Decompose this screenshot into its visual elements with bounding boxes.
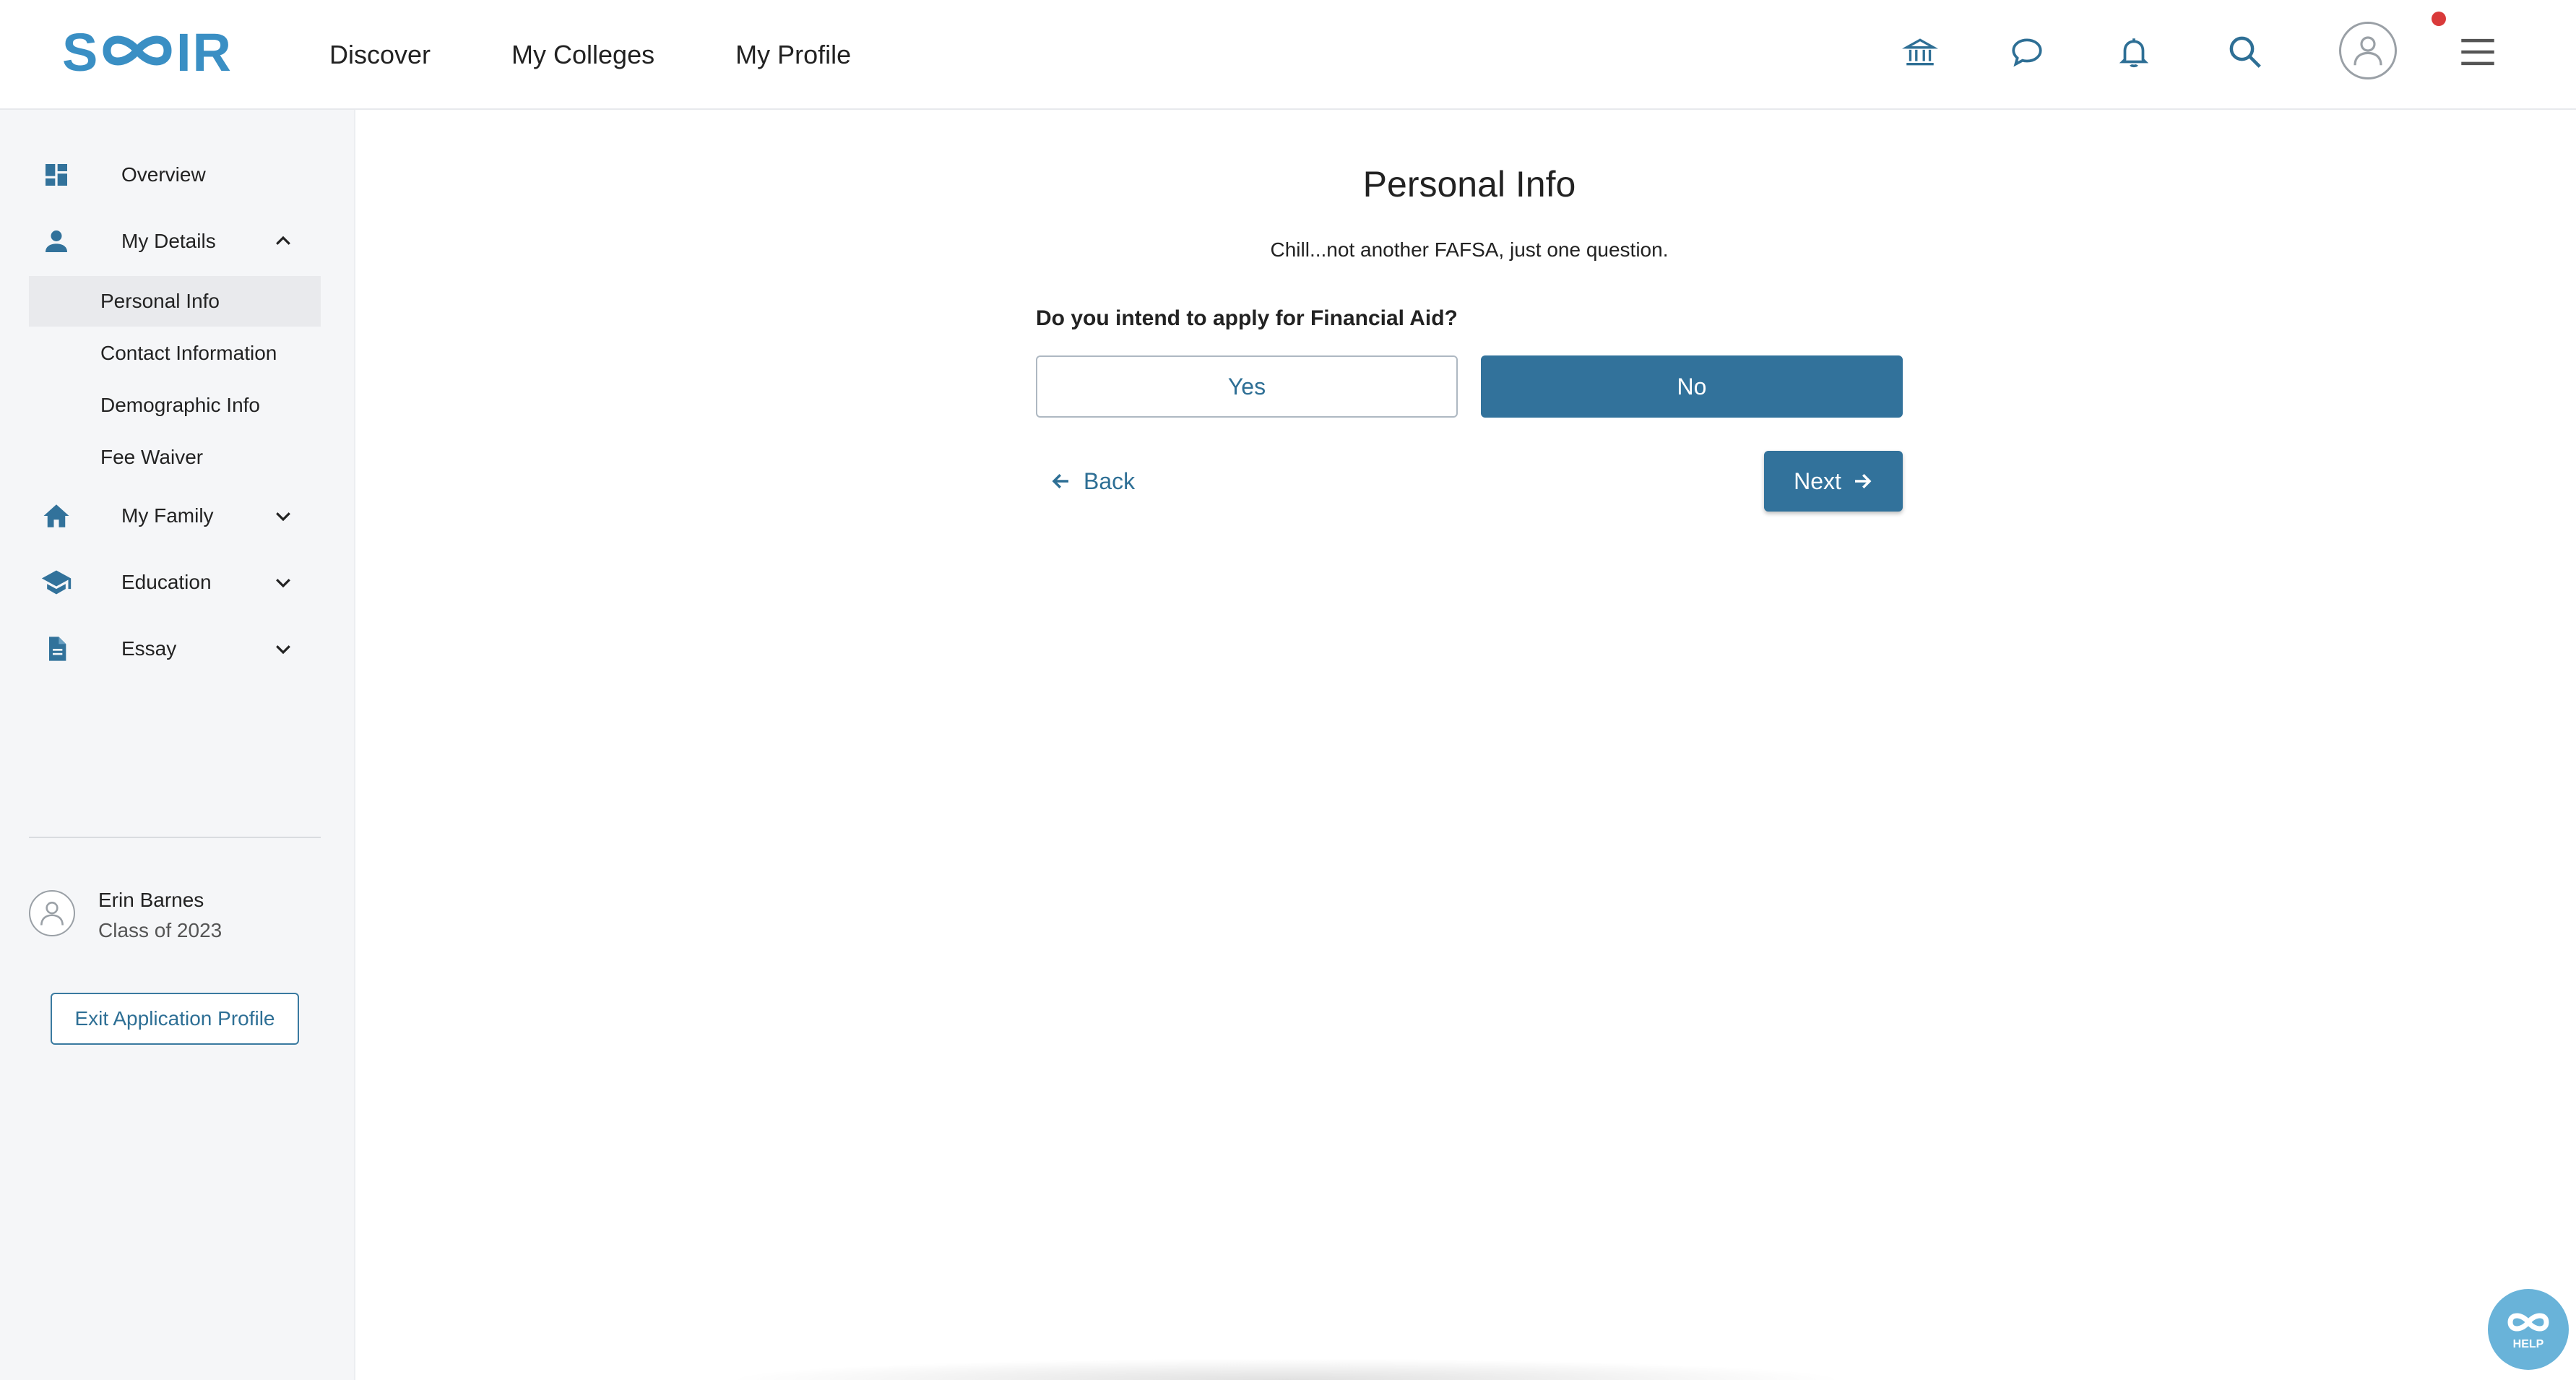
avatar-icon [40, 902, 64, 926]
page-title: Personal Info [1362, 164, 1576, 204]
sidebar-subitem-personal-info[interactable]: Personal Info [29, 276, 321, 327]
graduation-cap-icon [40, 566, 72, 598]
notification-dot [2432, 12, 2446, 26]
sidebar-item-my-details[interactable]: My Details [29, 215, 321, 267]
user-profile: Erin Barnes Class of 2023 [29, 889, 321, 946]
avatar [29, 890, 75, 936]
scoir-logo[interactable]: S IR [62, 22, 322, 82]
sidebar-item-education[interactable]: Education [29, 556, 321, 608]
back-button[interactable]: Back [1036, 451, 1149, 512]
top-bar: S IR Discover My Colleges My Profile [0, 0, 2576, 110]
yes-button[interactable]: Yes [1036, 355, 1458, 418]
avatar-icon [2354, 36, 2382, 66]
chevron-down-icon[interactable] [272, 571, 295, 594]
person-icon [40, 225, 72, 257]
exit-application-profile-button[interactable]: Exit Application Profile [51, 993, 299, 1045]
chat-icon[interactable] [2004, 29, 2050, 75]
arrow-left-icon [1052, 474, 1068, 488]
next-label: Next [1794, 467, 1841, 494]
help-button[interactable]: HELP [2488, 1289, 2569, 1370]
arrow-right-icon [1854, 474, 1872, 488]
menu-icon[interactable] [2455, 29, 2501, 75]
no-button[interactable]: No [1481, 355, 1903, 418]
dashboard-icon [40, 159, 72, 191]
sidebar-item-label: Education [121, 571, 212, 593]
scoir-logo-mark: S IR [62, 22, 233, 82]
page-subtitle: Chill...not another FAFSA, just one ques… [1270, 238, 1669, 261]
institution-icon[interactable] [1897, 29, 1943, 75]
home-icon [40, 500, 72, 532]
financial-aid-question: Do you intend to apply for Financial Aid… [1036, 306, 1458, 330]
sidebar-subitem-demographic-info[interactable]: Demographic Info [29, 380, 321, 431]
chevron-up-icon[interactable] [272, 230, 295, 253]
user-name: Erin Barnes [98, 889, 204, 911]
svg-text:IR: IR [176, 26, 233, 77]
next-button[interactable]: Next [1764, 451, 1903, 512]
main-nav: Discover My Colleges My Profile [329, 0, 851, 110]
sidebar-item-label: Overview [121, 163, 206, 186]
search-icon[interactable] [2222, 29, 2268, 75]
bell-icon[interactable] [2111, 29, 2157, 75]
document-icon [40, 633, 72, 665]
chevron-down-icon[interactable] [272, 637, 295, 660]
back-label: Back [1084, 467, 1136, 494]
sidebar-subitem-contact-information[interactable]: Contact Information [29, 328, 321, 379]
chevron-down-icon[interactable] [272, 504, 295, 527]
nav-my-colleges[interactable]: My Colleges [511, 40, 654, 70]
sidebar-item-overview[interactable]: Overview [29, 149, 321, 201]
nav-discover[interactable]: Discover [329, 40, 431, 70]
avatar[interactable] [2339, 22, 2397, 79]
bottom-shadow [722, 1358, 1849, 1380]
sidebar-item-essay[interactable]: Essay [29, 623, 321, 675]
sidebar-item-label: My Family [121, 504, 214, 527]
infinity-icon [2507, 1313, 2549, 1332]
sidebar-divider [29, 837, 321, 838]
nav-my-profile[interactable]: My Profile [735, 40, 851, 70]
sidebar: Overview My Details Personal Info Contac… [0, 110, 355, 1380]
help-label: HELP [2512, 1338, 2544, 1350]
svg-text:S: S [62, 26, 99, 77]
sidebar-item-label: Essay [121, 637, 177, 660]
sidebar-item-label: My Details [121, 230, 216, 252]
user-class-year: Class of 2023 [98, 919, 222, 941]
sidebar-item-my-family[interactable]: My Family [29, 490, 321, 542]
sidebar-subitem-fee-waiver[interactable]: Fee Waiver [29, 432, 321, 483]
